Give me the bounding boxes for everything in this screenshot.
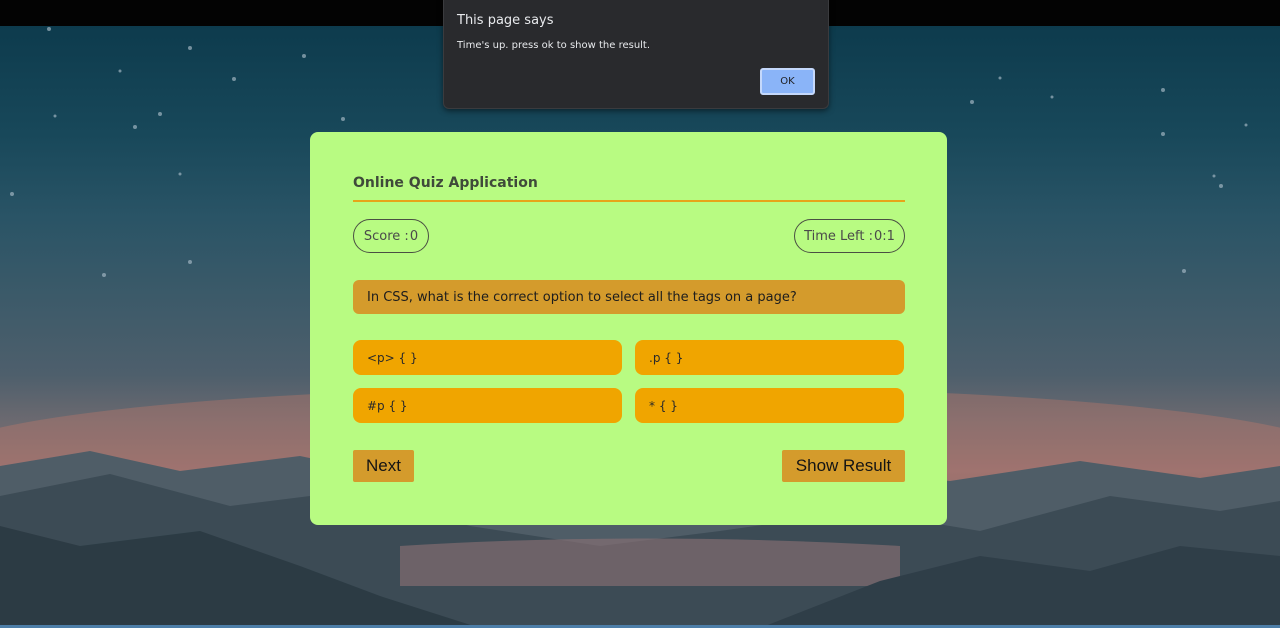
option-2[interactable]: .p { } <box>635 340 904 375</box>
next-button[interactable]: Next <box>353 450 414 482</box>
title-divider <box>353 200 905 202</box>
show-result-button[interactable]: Show Result <box>782 450 905 482</box>
quiz-card: Online Quiz Application Score :0 Time Le… <box>310 132 947 525</box>
dialog-title: This page says <box>457 13 554 28</box>
dialog-message: Time's up. press ok to show the result. <box>457 40 651 51</box>
time-label: Time Left : <box>804 228 873 244</box>
option-3[interactable]: #p { } <box>353 388 622 423</box>
ok-button[interactable]: OK <box>760 68 815 95</box>
question-text: In CSS, what is the correct option to se… <box>353 280 905 314</box>
option-4[interactable]: * { } <box>635 388 904 423</box>
score-badge: Score :0 <box>353 219 429 253</box>
score-label: Score : <box>363 228 409 244</box>
time-value: 0:1 <box>874 228 895 244</box>
quiz-title: Online Quiz Application <box>353 175 538 191</box>
option-1[interactable]: <p> { } <box>353 340 622 375</box>
alert-dialog: This page says Time's up. press ok to sh… <box>443 0 829 109</box>
browser-viewport: Online Quiz Application Score :0 Time Le… <box>0 0 1280 628</box>
score-value: 0 <box>409 228 419 244</box>
timer-badge: Time Left :0:1 <box>794 219 905 253</box>
